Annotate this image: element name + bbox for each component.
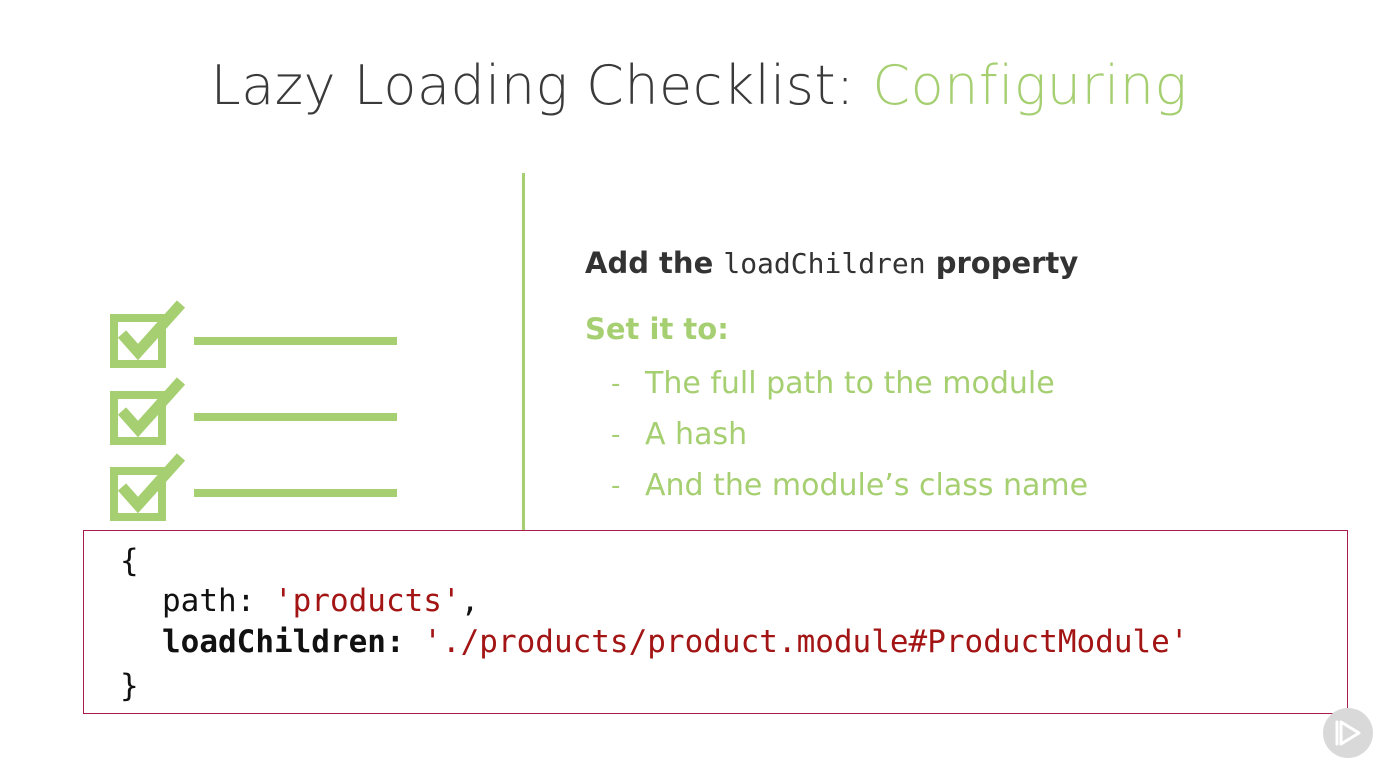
code-loadchildren-value: './products/product.module#ProductModule… (423, 624, 1189, 660)
instruction-list: - The full path to the module -A hash - An… (585, 364, 1305, 517)
bullet-text: A hash (645, 417, 748, 452)
instruction-heading: Add the loadChildren property (585, 246, 1305, 290)
vertical-divider (522, 173, 525, 530)
play-button[interactable] (1323, 708, 1373, 758)
list-item: - And the module’s class name (585, 466, 1305, 517)
checkbox-1 (110, 300, 186, 368)
slide-title: Lazy Loading Checklist: Configuring (0, 54, 1398, 117)
code-path-line: path: 'products', (162, 581, 479, 621)
code-path-value: 'products' (273, 583, 461, 619)
heading-prefix: Add the (585, 246, 724, 280)
bullet-dash: - (611, 369, 621, 399)
heading-suffix: property (925, 246, 1079, 280)
play-icon (1335, 720, 1361, 746)
bullet-dash: - (611, 471, 621, 501)
checklist-line-2 (194, 413, 397, 421)
bullet-text: The full path to the module (645, 366, 1055, 401)
title-accent: Configuring (872, 54, 1188, 117)
bullet-dash: - (611, 420, 621, 450)
code-path-comma: , (460, 583, 480, 619)
checklist-icon (110, 300, 397, 521)
code-snippet: { path: 'products', loadChildren: './pro… (83, 530, 1348, 714)
list-item: -A hash (585, 415, 1305, 466)
bullet-text: And the module’s class name (645, 468, 1089, 503)
code-close-brace: } (120, 668, 139, 704)
checklist-line-3 (194, 489, 397, 497)
checklist-line-1 (194, 337, 397, 345)
list-item: - The full path to the module (585, 364, 1305, 415)
code-loadchildren-line: loadChildren: './products/product.module… (162, 622, 1189, 662)
code-open-brace: { (120, 543, 139, 579)
checkbox-3 (110, 453, 186, 521)
checkbox-2 (110, 377, 186, 445)
instructions-panel: Add the loadChildren property Set it to:… (585, 246, 1305, 517)
heading-code: loadChildren (723, 247, 926, 280)
title-main: Lazy Loading Checklist: (210, 54, 873, 117)
instruction-subheading: Set it to: (585, 312, 729, 346)
code-path-key: path: (162, 583, 274, 619)
code-loadchildren-key: loadChildren: (162, 624, 424, 660)
